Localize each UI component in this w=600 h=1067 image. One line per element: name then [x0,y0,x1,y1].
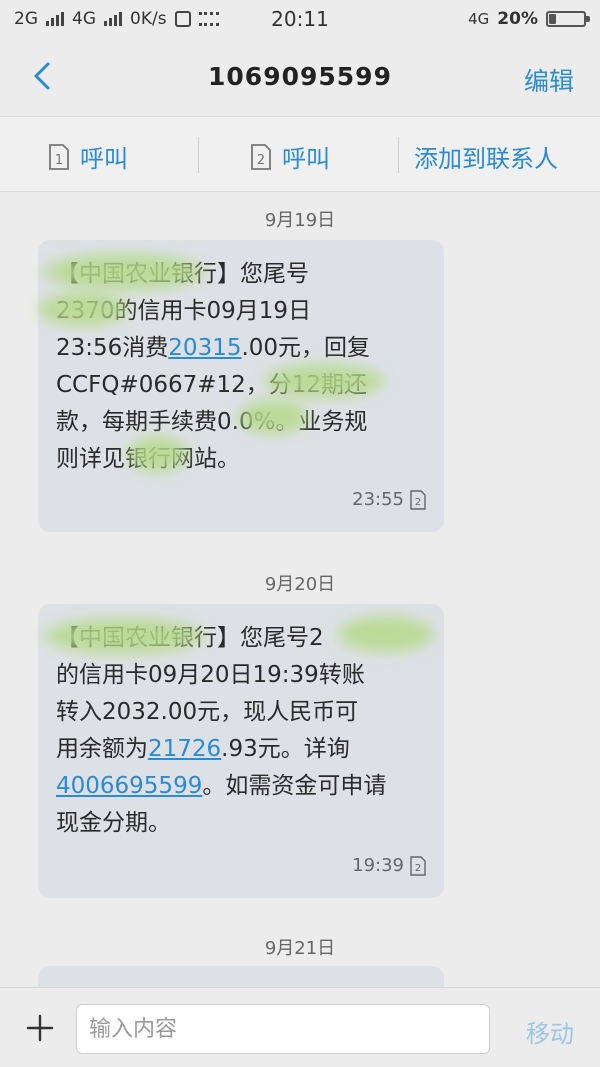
action-row: 1 呼叫 2 呼叫 添加到联系人 [0,116,600,192]
redaction-blur [38,292,128,326]
add-contact-button[interactable]: 添加到联系人 [414,139,558,174]
redaction-blur [238,400,308,434]
call-sim1-label: 呼叫 [80,145,128,173]
conversation[interactable]: 9月19日 【中国农业银行】您尾号 2370的信用卡09月19日 23:56消费… [0,192,600,987]
sim2-icon: 2 [410,489,426,510]
network-speed: 0K/s [130,9,167,29]
amount-link[interactable]: 20315 [168,335,241,361]
header-bar: 1069095599 编辑 [0,38,600,116]
plus-icon[interactable] [22,1010,58,1046]
date-separator: 9月20日 [264,574,336,595]
redaction-blur [44,618,204,654]
svg-text:2: 2 [415,863,421,874]
input-bar: 移动 [0,987,600,1067]
message-input[interactable] [76,1004,490,1054]
grid-notification-icon [198,12,219,26]
redaction-blur [44,254,204,290]
svg-text:1: 1 [55,153,63,168]
redaction-blur [128,436,188,472]
send-button[interactable]: 移动 [526,1014,574,1049]
time-text: 19:39 [352,855,404,876]
svg-text:2: 2 [415,497,421,508]
call-sim1-button[interactable]: 1 呼叫 [48,139,128,174]
phone-link[interactable]: 4006695599 [56,773,202,799]
notification-icon [174,11,191,27]
sim2-icon: 2 [410,855,426,876]
call-sim2-label: 呼叫 [282,145,330,173]
message-time: 23:55 2 [352,481,426,518]
signal-icon-2 [104,12,122,26]
status-right: 4G 20% [468,9,590,29]
network-4g-right: 4G [468,10,490,28]
date-separator: 9月21日 [264,938,336,959]
message-text-part: .93元。详询 [221,736,350,762]
call-sim2-button[interactable]: 2 呼叫 [250,139,330,174]
network-4g-label: 4G [72,9,96,29]
redaction-blur [264,364,384,398]
action-divider-2 [398,137,399,173]
network-2g-label: 2G [14,9,38,29]
message-bubble[interactable]: 【中国农业银行】您尾号2 的信用卡09月20日19:39转账 转入2032.00… [38,604,444,898]
redaction-blur [338,616,434,652]
status-bar: 2G 4G 0K/s 20:11 4G 20% [0,0,600,38]
status-left: 2G 4G 0K/s [14,9,219,29]
action-divider [198,137,199,173]
balance-link[interactable]: 21726 [148,736,221,762]
svg-text:2: 2 [257,153,265,168]
signal-icon [46,12,64,26]
battery-icon [546,11,590,27]
battery-percent: 20% [497,9,538,29]
page-title: 1069095599 [208,62,392,91]
date-separator: 9月19日 [264,210,336,231]
message-time: 19:39 2 [352,847,426,884]
message-bubble[interactable]: 【中国农业银行】您尾号 2370的信用卡09月19日 23:56消费20315.… [38,240,444,532]
edit-button[interactable]: 编辑 [524,62,574,98]
sim1-icon: 1 [49,143,69,170]
time-text: 23:55 [352,489,404,510]
message-bubble[interactable] [38,966,444,987]
sim2-icon: 2 [251,143,271,170]
